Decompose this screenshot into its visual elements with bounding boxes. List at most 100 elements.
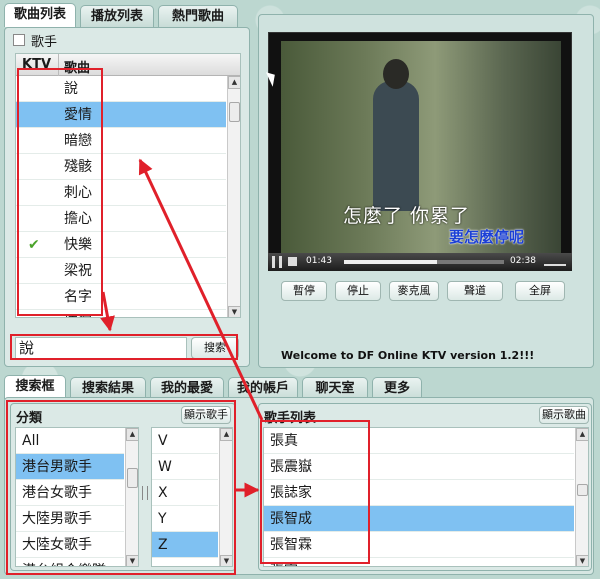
category-item[interactable]: All [16,428,124,454]
letter-item-label: Z [158,537,168,553]
scroll-up-icon[interactable]: ▲ [228,76,240,89]
song-title: 梁祝 [64,263,92,279]
search-button[interactable]: 搜索 [191,337,239,359]
player-button[interactable]: 全屏 [515,281,565,301]
scroll-down-icon[interactable]: ▼ [220,555,232,566]
bottom-tab[interactable]: 搜索結果 [70,377,146,399]
singer-list-title: 歌手列表 [264,411,317,426]
progress-track[interactable] [344,260,504,264]
show-singers-button[interactable]: 顯示歌手 [181,406,231,424]
category-item[interactable]: 港台組合樂隊 [16,558,124,566]
category-item[interactable]: 大陸男歌手 [16,506,124,532]
scroll-thumb[interactable] [127,468,138,488]
letter-item-label: W [158,459,172,475]
song-title: 刺心 [64,185,92,201]
song-row[interactable]: 暗戀 [16,128,226,154]
song-row[interactable]: 情深 [16,310,226,317]
lyric-line1: 怎麼了 你累了 [343,205,471,227]
player-button[interactable]: 麥克風 [389,281,439,301]
lyric-line2: 要怎麼停呢 [449,228,525,246]
singer-item[interactable]: 張誌家 [264,480,574,506]
splitter-handle[interactable] [142,486,148,500]
scroll-up-icon[interactable]: ▲ [220,428,232,441]
video-frame: 怎麼了 你累了 要怎麼停呢 [268,32,572,271]
scroll-down-icon[interactable]: ▼ [126,555,138,566]
bottom-tab[interactable]: 我的帳戶 [228,377,298,399]
scroll-thumb[interactable] [577,484,588,496]
letter-list: VWXYZ ▲ ▼ [151,427,233,567]
singer-item[interactable]: 張智霖 [264,532,574,558]
letter-item-label: V [158,433,168,449]
song-title: 愛情 [64,107,92,123]
category-item[interactable]: 港台女歌手 [16,480,124,506]
scroll-down-icon[interactable]: ▼ [228,306,240,317]
letter-item[interactable]: W [152,454,218,480]
letter-item[interactable]: V [152,428,218,454]
letter-item[interactable]: Y [152,506,218,532]
scroll-thumb[interactable] [229,102,240,122]
song-row[interactable]: 愛情 [16,102,226,128]
singer-item[interactable]: 張震嶽 [264,454,574,480]
scroll-down-icon[interactable]: ▼ [576,555,588,566]
singer-item-label: 張智霖 [270,537,312,553]
bottom-tab[interactable]: 搜索框 [4,375,66,399]
progress-fill [344,260,437,264]
scroll-up-icon[interactable]: ▲ [576,428,588,441]
play-pause-icon[interactable] [272,256,282,268]
song-title: 情深 [64,310,92,317]
scroll-up-icon[interactable]: ▲ [126,428,138,441]
category-list: All 港台男歌手港台女歌手大陸男歌手大陸女歌手港台組合樂隊 ▲ ▼ [15,427,139,567]
show-songs-button[interactable]: 顯示歌曲 [539,406,589,424]
song-row[interactable]: 名字 [16,284,226,310]
category-item-label: All [22,433,40,449]
category-scrollbar[interactable]: ▲ ▼ [125,428,138,566]
bottom-tab[interactable]: 更多 [372,377,422,399]
song-scrollbar[interactable]: ▲ ▼ [227,76,240,317]
time-current: 01:43 [306,256,332,266]
song-row[interactable]: 梁祝 [16,258,226,284]
singer-item-label: 張宇 [270,563,298,566]
bottom-tab[interactable]: 聊天室 [302,377,368,399]
category-item[interactable]: 港台男歌手 [16,454,124,480]
singer-scrollbar[interactable]: ▲ ▼ [575,428,588,566]
category-item[interactable]: 大陸女歌手 [16,532,124,558]
player-button[interactable]: 暫停 [281,281,327,301]
header-song[interactable]: 歌曲 [64,57,90,76]
song-title: 快樂 [64,237,92,253]
singer-item-label: 張震嶽 [270,459,312,475]
song-list-panel: 歌手 KTV 歌曲 說愛情暗戀殘骸刺心擔心✔快樂梁祝名字情深 ▲ ▼ 說 搜索 [4,27,250,367]
song-title: 名字 [64,289,92,305]
bottom-tab[interactable]: 我的最愛 [150,377,224,399]
song-title: 殘骸 [64,159,92,175]
player-panel: 怎麼了 你累了 要怎麼停呢 01:43 02:38 暫停 停止 麥克風 聲道 全屏 We… [258,14,594,368]
checkmark-icon: ✔ [28,237,40,253]
tab-playlist[interactable]: 播放列表 [80,5,154,27]
letter-item[interactable]: Z [152,532,218,558]
header-ktv[interactable]: KTV [22,57,51,72]
singer-item[interactable]: 張智成 [264,506,574,532]
song-rows: 說愛情暗戀殘骸刺心擔心 ✔ 快樂梁祝名字情深 [16,76,226,317]
song-row[interactable]: 殘骸 [16,154,226,180]
letter-scrollbar[interactable]: ▲ ▼ [219,428,232,566]
search-input[interactable]: 說 [15,337,187,359]
player-button[interactable]: 停止 [335,281,381,301]
time-total: 02:38 [510,256,536,266]
letter-item-label: X [158,485,168,501]
singer-item[interactable]: 張真 [264,428,574,454]
letter-item[interactable]: X [152,480,218,506]
song-row[interactable]: 擔心 [16,206,226,232]
volume-icon[interactable] [544,257,566,266]
singer-checkbox[interactable] [13,34,25,46]
singer-list: 張真張震嶽張誌家張智成張智霖張宇 ▲ ▼ [263,427,589,567]
song-row[interactable]: 說 [16,76,226,102]
player-button[interactable]: 聲道 [447,281,503,301]
song-row[interactable]: 刺心 [16,180,226,206]
tab-hot-songs[interactable]: 熱門歌曲 [158,5,238,27]
stop-icon[interactable] [288,257,297,266]
category-item-label: 港台女歌手 [22,485,92,501]
category-item-label: 港台組合樂隊 [22,563,106,566]
singer-item[interactable]: 張宇 [264,558,574,566]
song-row[interactable]: ✔ 快樂 [16,232,226,258]
tab-song-list[interactable]: 歌曲列表 [4,3,76,27]
singer-checkbox-label: 歌手 [31,35,58,50]
